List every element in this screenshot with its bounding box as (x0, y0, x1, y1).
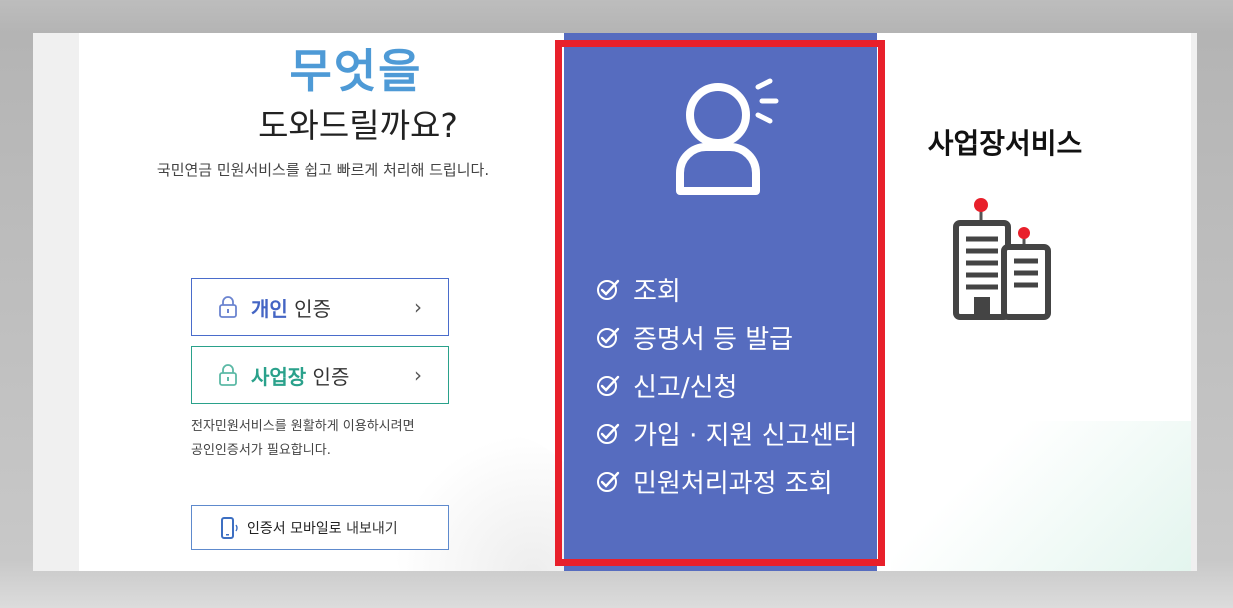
left-margin (33, 33, 79, 571)
background-gradient (891, 421, 1191, 571)
lock-icon (219, 296, 237, 318)
notice-line-1: 전자민원서비스를 원활하게 이용하시려면 (191, 419, 415, 434)
description: 국민연금 민원서비스를 쉽고 빠르게 처리해 드립니다. (156, 161, 490, 179)
export-to-mobile-button[interactable]: 인증서 모바일로 내보내기 (191, 505, 449, 550)
notice-line-2: 공인인증서가 필요합니다. (191, 443, 331, 458)
mobile-phone-icon (221, 516, 238, 539)
chevron-right-icon: › (414, 295, 422, 319)
headline: 무엇을 (289, 44, 423, 98)
subheadline: 도와드릴까요? (258, 106, 458, 145)
certificate-notice: 전자민원서비스를 원활하게 이용하시려면 공인인증서가 필요합니다. (191, 415, 491, 463)
chevron-right-icon: › (414, 363, 422, 387)
business-service-title[interactable]: 사업장서비스 (880, 122, 1130, 162)
personal-auth-button[interactable]: 개인 인증 › (191, 278, 449, 336)
right-margin (1191, 33, 1197, 571)
building-icon (953, 198, 1051, 320)
business-auth-button[interactable]: 사업장 인증 › (191, 346, 449, 404)
lock-icon (219, 364, 237, 386)
export-to-mobile-label: 인증서 모바일로 내보내기 (247, 520, 398, 537)
red-highlight-box (555, 40, 885, 566)
business-auth-label: 사업장 인증 (251, 364, 350, 389)
personal-auth-label: 개인 인증 (251, 296, 331, 321)
